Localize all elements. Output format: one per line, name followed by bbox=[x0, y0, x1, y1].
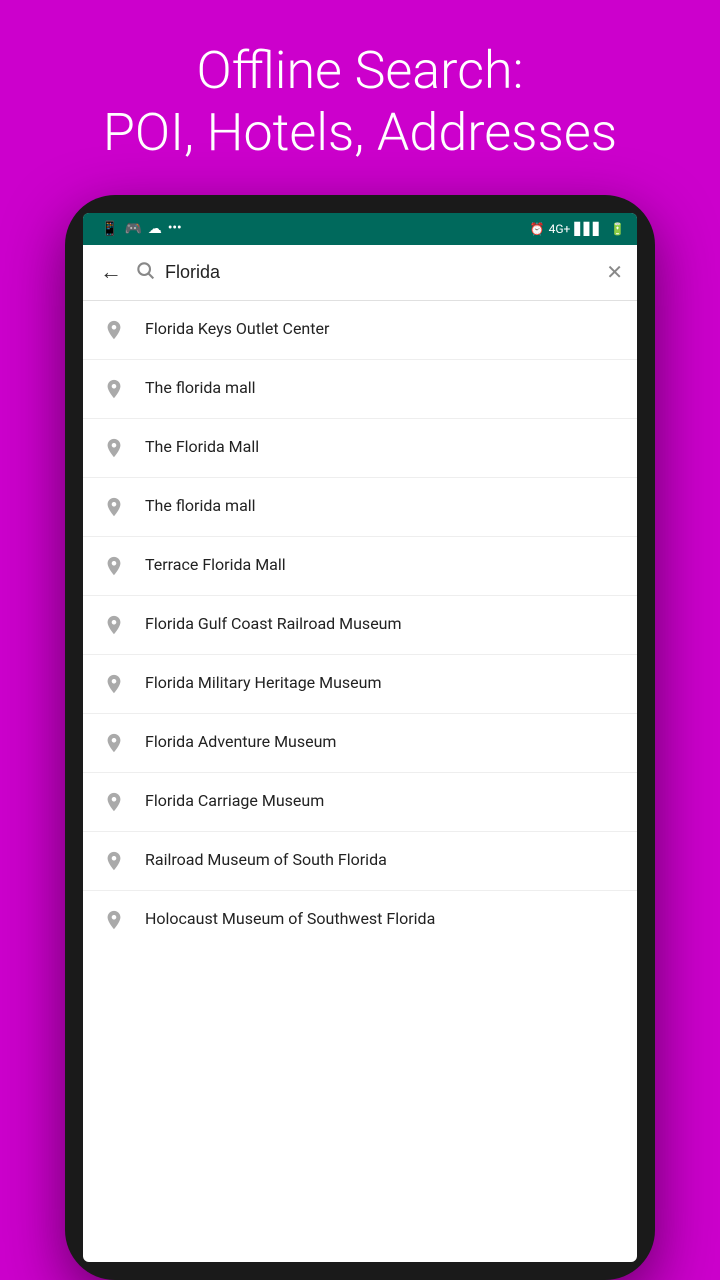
result-label: Florida Gulf Coast Railroad Museum bbox=[145, 614, 402, 635]
location-pin-icon bbox=[99, 610, 129, 640]
result-label: Florida Keys Outlet Center bbox=[145, 319, 329, 340]
list-item[interactable]: Florida Keys Outlet Center bbox=[83, 301, 637, 359]
result-label: Florida Adventure Museum bbox=[145, 732, 336, 753]
search-icon bbox=[135, 260, 155, 285]
result-label: The Florida Mall bbox=[145, 437, 259, 458]
search-bar: ← ✕ bbox=[83, 245, 637, 301]
clear-button[interactable]: ✕ bbox=[606, 260, 623, 284]
list-item[interactable]: Florida Military Heritage Museum bbox=[83, 654, 637, 713]
list-item[interactable]: The Florida Mall bbox=[83, 418, 637, 477]
phone-screen: 📱 🎮 ☁ ••• ⏰ 4G+ ▋▋▋ 🔋 ← bbox=[83, 213, 637, 1262]
list-item[interactable]: Terrace Florida Mall bbox=[83, 536, 637, 595]
back-button[interactable]: ← bbox=[97, 259, 125, 285]
location-pin-icon bbox=[99, 315, 129, 345]
status-bar: 📱 🎮 ☁ ••• ⏰ 4G+ ▋▋▋ 🔋 bbox=[83, 213, 637, 245]
result-label: Holocaust Museum of Southwest Florida bbox=[145, 909, 435, 930]
list-item[interactable]: The florida mall bbox=[83, 359, 637, 418]
result-list: Florida Keys Outlet Center The florida m… bbox=[83, 301, 637, 1262]
location-pin-icon bbox=[99, 728, 129, 758]
location-pin-icon bbox=[99, 787, 129, 817]
location-pin-icon bbox=[99, 905, 129, 935]
result-label: Florida Carriage Museum bbox=[145, 791, 324, 812]
list-item[interactable]: Railroad Museum of South Florida bbox=[83, 831, 637, 890]
list-item[interactable]: Florida Adventure Museum bbox=[83, 713, 637, 772]
result-label: The florida mall bbox=[145, 378, 256, 399]
result-label: Railroad Museum of South Florida bbox=[145, 850, 387, 871]
location-pin-icon bbox=[99, 846, 129, 876]
list-item[interactable]: Florida Gulf Coast Railroad Museum bbox=[83, 595, 637, 654]
list-item[interactable]: Florida Carriage Museum bbox=[83, 772, 637, 831]
result-label: Terrace Florida Mall bbox=[145, 555, 286, 576]
search-input[interactable] bbox=[165, 262, 596, 283]
location-pin-icon bbox=[99, 374, 129, 404]
status-icons: ⏰ 4G+ ▋▋▋ 🔋 bbox=[530, 222, 625, 236]
location-pin-icon bbox=[99, 669, 129, 699]
location-pin-icon bbox=[99, 551, 129, 581]
phone-wrapper: 📱 🎮 ☁ ••• ⏰ 4G+ ▋▋▋ 🔋 ← bbox=[65, 195, 655, 1280]
result-label: The florida mall bbox=[145, 496, 256, 517]
location-pin-icon bbox=[99, 433, 129, 463]
list-item[interactable]: The florida mall bbox=[83, 477, 637, 536]
header-text: Offline Search:POI, Hotels, Addresses bbox=[63, 0, 657, 195]
status-time: 📱 🎮 ☁ ••• bbox=[95, 221, 182, 237]
result-label: Florida Military Heritage Museum bbox=[145, 673, 382, 694]
list-item[interactable]: Holocaust Museum of Southwest Florida bbox=[83, 890, 637, 949]
location-pin-icon bbox=[99, 492, 129, 522]
